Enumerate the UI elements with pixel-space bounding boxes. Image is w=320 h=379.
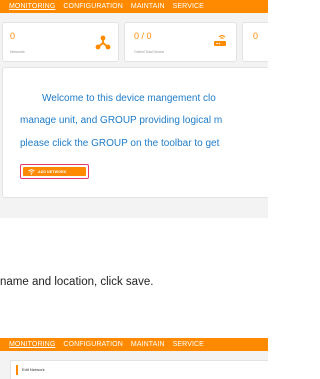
nav-service[interactable]: SERVICE — [169, 0, 208, 13]
network-topology-icon — [95, 35, 111, 50]
nav-maintain[interactable]: MAINTAIN — [127, 0, 169, 13]
networks-stat-card: 0 Networks — [2, 22, 119, 62]
nav-monitoring-2[interactable]: MONITORING — [0, 338, 59, 351]
panel-title: Edit Network — [22, 367, 45, 372]
top-nav-bar-2: MONITORING CONFIGURATION MAINTAIN SERVIC… — [0, 338, 268, 351]
edit-network-panel: Edit Network — [10, 360, 268, 379]
welcome-line-2: manage unit, and GROUP providing logical… — [20, 115, 223, 126]
welcome-line-1: Welcome to this device mangement clo — [42, 93, 216, 104]
welcome-panel: Welcome to this device mangement clo man… — [2, 67, 268, 198]
networks-label: Networks — [10, 50, 25, 54]
networks-count: 0 — [10, 31, 16, 41]
third-stat-count: 0 — [253, 31, 259, 41]
panel-accent-bar — [16, 365, 18, 375]
devices-count: 0 / 0 — [134, 31, 152, 41]
nav-service-2[interactable]: SERVICE — [169, 338, 208, 351]
wifi-icon — [28, 168, 35, 175]
edit-network-screenshot: MONITORING CONFIGURATION MAINTAIN SERVIC… — [0, 338, 268, 379]
add-network-highlight: ADD NETWORK — [20, 164, 89, 179]
third-stat-card: 0 — [242, 22, 268, 62]
add-network-button[interactable]: ADD NETWORK — [23, 167, 86, 176]
add-network-label: ADD NETWORK — [38, 169, 67, 174]
top-nav-bar: MONITORING CONFIGURATION MAINTAIN SERVIC… — [0, 0, 268, 13]
welcome-line-3: please click the GROUP on the toolbar to… — [20, 138, 220, 149]
router-icon — [214, 34, 226, 46]
nav-monitoring[interactable]: MONITORING — [0, 0, 59, 13]
devices-stat-card: 0 / 0 Online/Total Device — [124, 22, 237, 62]
instruction-caption: name and location, click save. — [0, 276, 154, 288]
devices-label: Online/Total Device — [134, 50, 165, 54]
nav-configuration[interactable]: CONFIGURATION — [59, 0, 127, 13]
nav-maintain-2[interactable]: MAINTAIN — [127, 338, 169, 351]
nav-configuration-2[interactable]: CONFIGURATION — [59, 338, 127, 351]
dashboard-screenshot: MONITORING CONFIGURATION MAINTAIN SERVIC… — [0, 0, 268, 218]
